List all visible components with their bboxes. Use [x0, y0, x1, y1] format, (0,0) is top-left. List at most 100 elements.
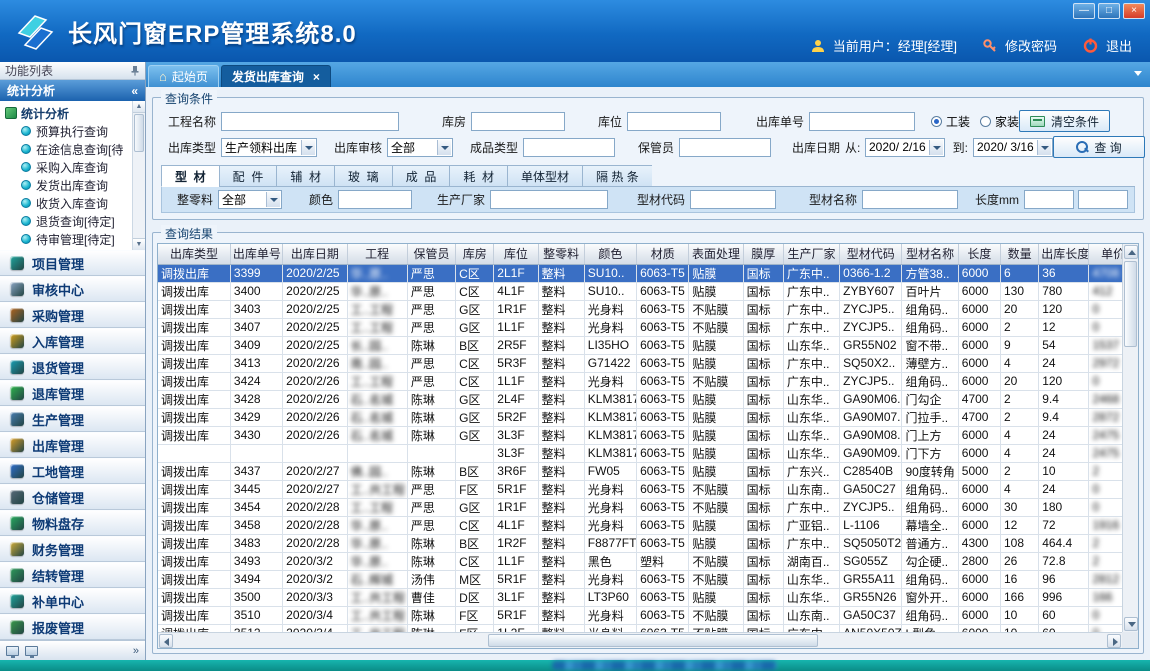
- sidebar-item-物料盘存[interactable]: 物料盘存: [0, 510, 145, 536]
- table-row[interactable]: 调拨出库34832020/2/28华..原..陈琳B区1R2F整料F8877FT…: [158, 534, 1122, 552]
- column-header[interactable]: 单价: [1089, 244, 1122, 264]
- table-row[interactable]: 调拨出库34942020/3/2石..辉城汤伟M区5R1F整料光身料6063-T…: [158, 570, 1122, 588]
- date-from-picker[interactable]: 2020/ 2/16: [865, 138, 945, 157]
- column-header[interactable]: 型材代码: [840, 244, 902, 264]
- chevron-down-icon[interactable]: [301, 140, 315, 155]
- sidebar-item-结转管理[interactable]: 结转管理: [0, 562, 145, 588]
- column-header[interactable]: 生产厂家: [783, 244, 839, 264]
- material-tab[interactable]: 辅 材: [276, 165, 334, 187]
- tree-item[interactable]: 采购入库查询: [5, 158, 131, 176]
- scroll-right-icon[interactable]: [1107, 634, 1121, 648]
- sidebar-item-审核中心[interactable]: 审核中心: [0, 276, 145, 302]
- material-tab[interactable]: 玻 璃: [334, 165, 392, 187]
- horizontal-scrollbar[interactable]: [158, 632, 1122, 648]
- sidebar-item-入库管理[interactable]: 入库管理: [0, 328, 145, 354]
- scroll-left-icon[interactable]: [159, 634, 173, 648]
- column-header[interactable]: 出库长度: [1039, 244, 1089, 264]
- table-row[interactable]: 调拨出库34932020/3/2华..原..陈琳C区1L1F整料黑色塑料不贴膜国…: [158, 552, 1122, 570]
- material-tab[interactable]: 单体型材: [507, 165, 582, 187]
- tree-scrollbar[interactable]: ▲ ▼: [132, 101, 145, 250]
- warehouse-input[interactable]: [471, 112, 565, 131]
- sidebar-item-退库管理[interactable]: 退库管理: [0, 380, 145, 406]
- minimize-button[interactable]: —: [1073, 3, 1095, 19]
- column-header[interactable]: 材质: [637, 244, 689, 264]
- column-header[interactable]: 出库日期: [283, 244, 347, 264]
- column-header[interactable]: 整零料: [538, 244, 584, 264]
- table-row[interactable]: 调拨出库34242020/2/26工..工程严思C区1L1F整料光身料6063-…: [158, 372, 1122, 390]
- tree-item[interactable]: 在途信息查询[待: [5, 140, 131, 158]
- column-header[interactable]: 膜厚: [743, 244, 783, 264]
- change-password-link[interactable]: 修改密码: [1005, 36, 1057, 55]
- color-input[interactable]: [338, 190, 412, 209]
- profile-code-input[interactable]: [690, 190, 776, 209]
- material-tab[interactable]: 隔 热 条: [582, 165, 652, 187]
- sidebar-item-退货管理[interactable]: 退货管理: [0, 354, 145, 380]
- more-buttons-icon[interactable]: »: [133, 645, 139, 657]
- material-tab[interactable]: 型 材: [161, 165, 219, 187]
- table-row[interactable]: 调拨出库33992020/2/25华..原..严思C区2L1F整料SU10..6…: [158, 264, 1122, 282]
- sidebar-item-采购管理[interactable]: 采购管理: [0, 302, 145, 328]
- tree-item[interactable]: 退货查询[待定]: [5, 212, 131, 230]
- scroll-down-icon[interactable]: ▼: [133, 238, 145, 250]
- sidebar-item-补单中心[interactable]: 补单中心: [0, 588, 145, 614]
- table-row[interactable]: 调拨出库35122020/3/4工..共工程陈琳F区1L2F整料光身料6063-…: [158, 624, 1122, 632]
- manufacturer-input[interactable]: [490, 190, 608, 209]
- sidebar-item-报废管理[interactable]: 报废管理: [0, 614, 145, 640]
- tree-item[interactable]: 发货出库查询: [5, 176, 131, 194]
- close-button[interactable]: ×: [1123, 3, 1145, 19]
- material-tab[interactable]: 配 件: [219, 165, 277, 187]
- table-row[interactable]: 调拨出库34032020/2/25工..工程严思G区1R1F整料光身料6063-…: [158, 300, 1122, 318]
- sidebar-item-项目管理[interactable]: 项目管理: [0, 250, 145, 276]
- order-no-input[interactable]: [809, 112, 915, 131]
- logout-button[interactable]: 退出: [1106, 36, 1132, 55]
- sidebar-item-财务管理[interactable]: 财务管理: [0, 536, 145, 562]
- tree-item[interactable]: 待审管理[待定]: [5, 230, 131, 248]
- column-header[interactable]: 出库类型: [158, 244, 230, 264]
- audit-select[interactable]: 全部: [387, 138, 453, 157]
- tab-active[interactable]: 发货出库查询×: [221, 65, 331, 87]
- length-min-input[interactable]: [1024, 190, 1074, 209]
- tree-root-node[interactable]: 统计分析: [5, 104, 131, 122]
- out-type-select[interactable]: 生产领料出库: [221, 138, 317, 157]
- whole-piece-select[interactable]: 全部: [218, 190, 282, 209]
- scroll-down-icon[interactable]: [1124, 617, 1138, 631]
- chevron-down-icon[interactable]: [1037, 140, 1051, 155]
- table-row[interactable]: 调拨出库34452020/2/27工..共工程严思F区5R1F整料光身料6063…: [158, 480, 1122, 498]
- column-header[interactable]: 工程: [347, 244, 407, 264]
- scroll-up-icon[interactable]: [1124, 245, 1138, 259]
- date-to-picker[interactable]: 2020/ 3/16: [973, 138, 1053, 157]
- scroll-up-icon[interactable]: ▲: [133, 101, 145, 113]
- chevron-down-icon[interactable]: [266, 192, 280, 207]
- column-header[interactable]: 数量: [1000, 244, 1038, 264]
- tree-item[interactable]: 收货入库查询: [5, 194, 131, 212]
- chevron-down-icon[interactable]: [929, 140, 943, 155]
- table-row[interactable]: 3L3F整料KLM38176063-T5贴膜国标山东华..GA90M09..门下…: [158, 444, 1122, 462]
- table-row[interactable]: 调拨出库34302020/2/26石..名城陈琳G区3L3F整料KLM38176…: [158, 426, 1122, 444]
- table-row[interactable]: 调拨出库34092020/2/25长..园..陈琳B区2R5F整料LI35HO6…: [158, 336, 1122, 354]
- hscroll-thumb[interactable]: [488, 634, 818, 647]
- column-header[interactable]: 表面处理: [689, 244, 743, 264]
- column-header[interactable]: 库位: [494, 244, 538, 264]
- search-button[interactable]: 查 询: [1053, 136, 1145, 158]
- keeper-input[interactable]: [679, 138, 771, 157]
- sidebar-section-header[interactable]: 统计分析 «: [0, 80, 145, 101]
- table-row[interactable]: 调拨出库34372020/2/27佛..园..陈琳B区3R6F整料FW05606…: [158, 462, 1122, 480]
- table-row[interactable]: 调拨出库34002020/2/25华..原..严思C区4L1F整料SU10..6…: [158, 282, 1122, 300]
- maximize-button[interactable]: □: [1098, 3, 1120, 19]
- length-max-input[interactable]: [1078, 190, 1128, 209]
- table-row[interactable]: 调拨出库34292020/2/26石..名城陈琳G区5R2F整料KLM38176…: [158, 408, 1122, 426]
- sidebar-item-工地管理[interactable]: 工地管理: [0, 458, 145, 484]
- clear-conditions-button[interactable]: 清空条件: [1019, 110, 1110, 132]
- monitor-icon[interactable]: [6, 646, 19, 656]
- material-tab[interactable]: 耗 材: [449, 165, 507, 187]
- chevron-down-icon[interactable]: [437, 140, 451, 155]
- location-input[interactable]: [627, 112, 721, 131]
- vertical-scrollbar[interactable]: [1122, 244, 1138, 632]
- table-row[interactable]: 调拨出库34282020/2/26石..名城陈琳G区2L4F整料KLM38176…: [158, 390, 1122, 408]
- column-header[interactable]: 长度: [958, 244, 1000, 264]
- vscroll-thumb[interactable]: [1124, 261, 1137, 347]
- column-header[interactable]: 保管员: [407, 244, 455, 264]
- tab-start[interactable]: ⌂起始页: [148, 65, 219, 87]
- column-header[interactable]: 出库单号: [230, 244, 282, 264]
- table-row[interactable]: 调拨出库34132020/2/26南..园..严思C区5R3F整料G714226…: [158, 354, 1122, 372]
